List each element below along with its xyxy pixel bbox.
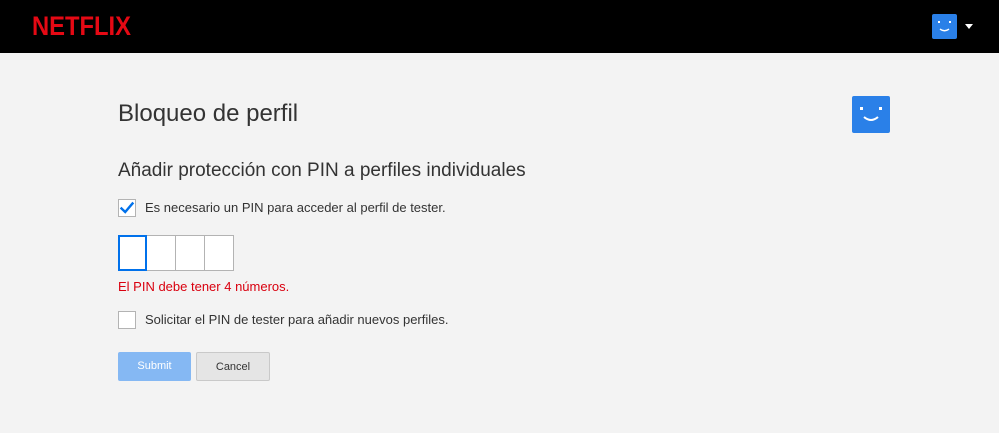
section-title: Añadir protección con PIN a perfiles ind…	[118, 160, 526, 181]
pin-input-group	[118, 235, 234, 271]
top-nav-bar: NETFLIX	[0, 0, 999, 53]
pin-digit-1-input[interactable]	[118, 235, 147, 271]
cancel-button[interactable]: Cancel	[196, 352, 270, 381]
submit-button[interactable]: Submit	[118, 352, 191, 381]
require-pin-new-profiles-label[interactable]: Solicitar el PIN de tester para añadir n…	[145, 311, 449, 329]
require-pin-new-profiles-checkbox[interactable]	[118, 311, 136, 329]
page-title: Bloqueo de perfil	[118, 100, 299, 127]
profile-avatar-button[interactable]	[932, 14, 957, 39]
pin-digit-2-input[interactable]	[147, 235, 176, 271]
pin-digit-3-input[interactable]	[176, 235, 205, 271]
smiley-face-icon	[860, 107, 882, 121]
profile-avatar	[852, 96, 890, 133]
checkmark-icon	[119, 201, 135, 214]
pin-digit-4-input[interactable]	[205, 235, 234, 271]
caret-down-icon[interactable]	[965, 24, 973, 29]
netflix-logo[interactable]: NETFLIX	[32, 9, 131, 43]
require-pin-checkbox[interactable]	[118, 199, 136, 217]
smiley-face-icon	[938, 21, 951, 32]
require-pin-label[interactable]: Es necesario un PIN para acceder al perf…	[145, 199, 446, 217]
pin-error-message: El PIN debe tener 4 números.	[118, 279, 290, 294]
